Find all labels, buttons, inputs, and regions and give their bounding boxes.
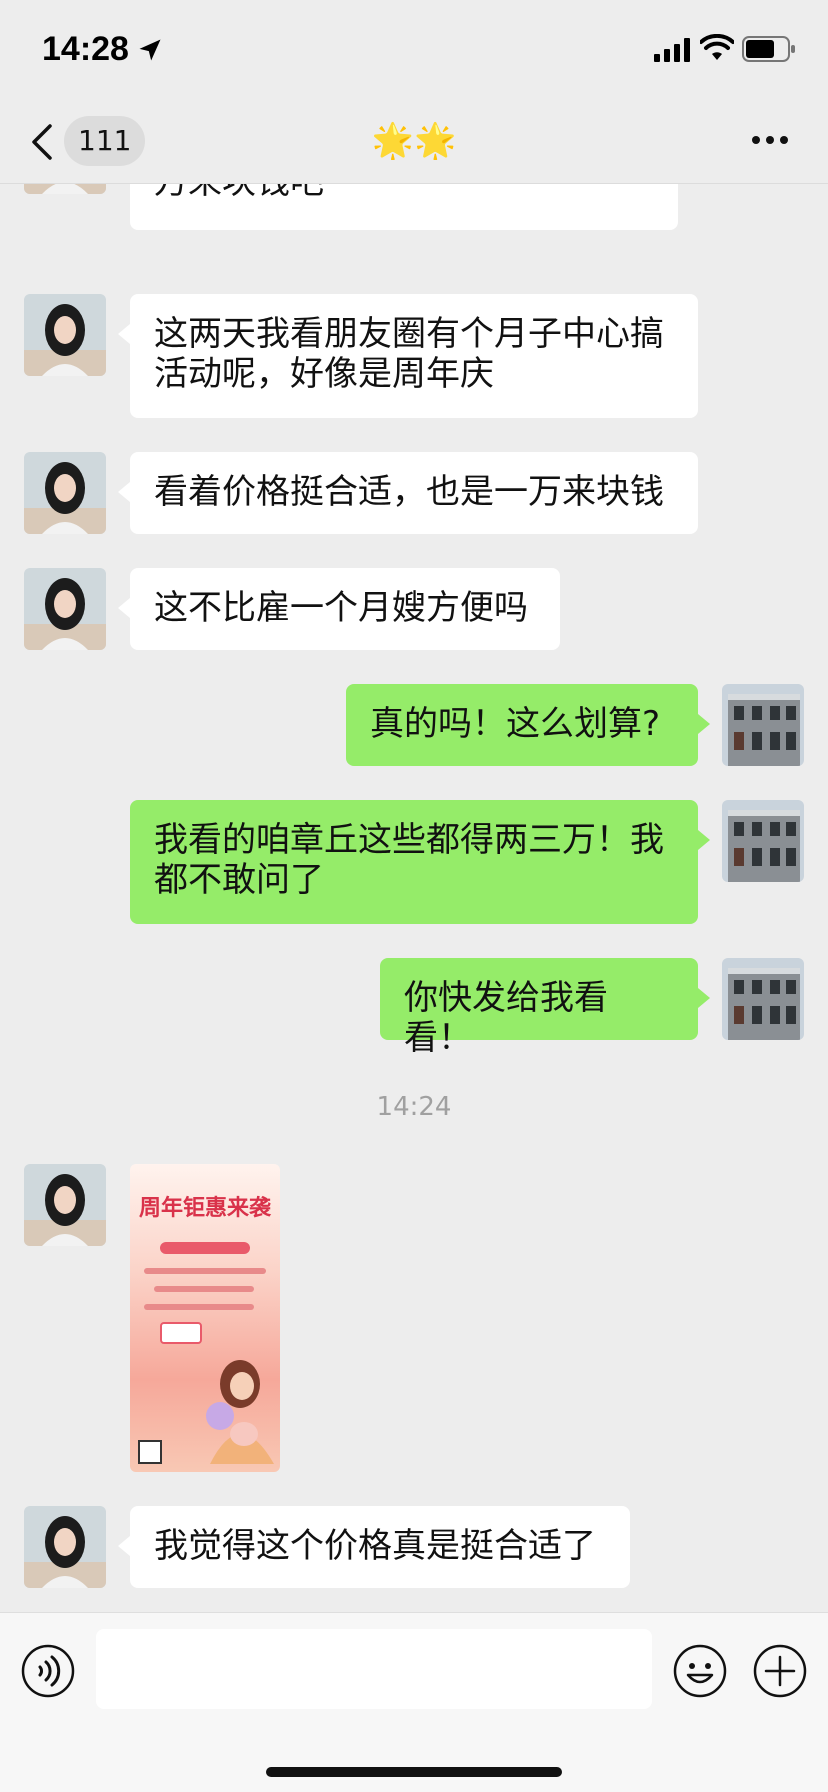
avatar[interactable] xyxy=(24,568,106,650)
poster-decoration xyxy=(160,1322,202,1344)
avatar[interactable] xyxy=(24,1164,106,1246)
qr-code-icon xyxy=(138,1440,162,1464)
avatar[interactable] xyxy=(24,294,106,376)
poster-decoration xyxy=(144,1268,266,1274)
avatar[interactable] xyxy=(24,184,106,194)
message-row: 我看的咱章丘这些都得两三万！我 都不敢问了 xyxy=(0,800,828,924)
message-list[interactable]: 现在找个24小时的月嫂不也得 万来块钱吧 这两天我看朋友圈有个月子中心搞 活动呢… xyxy=(0,184,828,1612)
message-bubble[interactable]: 你快发给我看看！ xyxy=(380,958,710,1058)
message-row: 这两天我看朋友圈有个月子中心搞 活动呢，好像是周年庆 xyxy=(0,294,828,418)
chat-screen: 14:28 111 🌟🌟 这两天我看朋友圈有个月子中心搞 活动呢，好像是周年庆 … xyxy=(0,0,828,1792)
home-indicator[interactable] xyxy=(266,1767,562,1777)
chat-title: 🌟🌟 xyxy=(371,121,457,161)
emoji-icon[interactable] xyxy=(672,1643,728,1699)
message-bubble[interactable]: 这不比雇一个月嫂方便吗 xyxy=(118,568,560,650)
female-avatar-icon xyxy=(24,1506,106,1588)
nav-bar: 111 🌟🌟 xyxy=(0,100,828,184)
building-avatar-icon xyxy=(722,800,804,882)
female-avatar-icon xyxy=(24,452,106,534)
avatar[interactable] xyxy=(722,958,804,1040)
signal-icon xyxy=(654,38,690,62)
building-avatar-icon xyxy=(722,958,804,1040)
avatar[interactable] xyxy=(722,684,804,766)
building-avatar-icon xyxy=(722,684,804,766)
message-row: 真的吗！这么划算? xyxy=(0,684,828,766)
message-row: 你快发给我看看！ xyxy=(0,958,828,1058)
poster-decoration xyxy=(154,1286,254,1292)
status-bar: 14:28 xyxy=(0,0,828,100)
message-row: 周年钜惠来袭 xyxy=(0,1164,828,1474)
poster-title: 周年钜惠来袭 xyxy=(138,1195,271,1221)
message-bubble[interactable]: 这两天我看朋友圈有个月子中心搞 活动呢，好像是周年庆 xyxy=(118,294,698,418)
wifi-icon xyxy=(700,34,734,60)
message-bubble[interactable]: 看着价格挺合适，也是一万来块钱 xyxy=(118,452,698,534)
message-bubble[interactable]: 我觉得这个价格真是挺合适了 xyxy=(118,1506,630,1588)
message-bubble[interactable]: 我看的咱章丘这些都得两三万！我 都不敢问了 xyxy=(130,800,710,924)
plus-icon[interactable] xyxy=(752,1643,808,1699)
battery-icon xyxy=(742,36,795,62)
more-dots-icon[interactable] xyxy=(750,130,790,150)
status-time: 14:28 xyxy=(42,30,129,68)
message-row: 看着价格挺合适，也是一万来块钱 xyxy=(0,452,828,534)
message-row: 这不比雇一个月嫂方便吗 xyxy=(0,568,828,650)
female-avatar-icon xyxy=(24,294,106,376)
avatar[interactable] xyxy=(24,1506,106,1588)
mother-illustration-icon xyxy=(206,1360,274,1464)
voice-icon[interactable] xyxy=(20,1643,76,1699)
message-bubble[interactable]: 现在找个24小时的月嫂不也得 万来块钱吧 xyxy=(130,184,678,230)
message-input[interactable] xyxy=(96,1629,652,1709)
message-bubble[interactable]: 真的吗！这么划算? xyxy=(346,684,710,766)
input-bar xyxy=(0,1612,828,1792)
female-avatar-icon xyxy=(24,568,106,650)
poster-decoration xyxy=(160,1242,250,1254)
female-avatar-icon xyxy=(24,1164,106,1246)
avatar[interactable] xyxy=(24,452,106,534)
poster-decoration xyxy=(144,1304,254,1310)
female-avatar-icon xyxy=(24,184,106,194)
message-row: 我觉得这个价格真是挺合适了 xyxy=(0,1506,828,1588)
location-arrow-icon xyxy=(139,39,161,61)
message-timestamp: 14:24 xyxy=(376,1092,452,1122)
message-row: 现在找个24小时的月嫂不也得 万来块钱吧 xyxy=(0,184,828,262)
poster-image[interactable]: 周年钜惠来袭 xyxy=(130,1164,280,1472)
avatar[interactable] xyxy=(722,800,804,882)
